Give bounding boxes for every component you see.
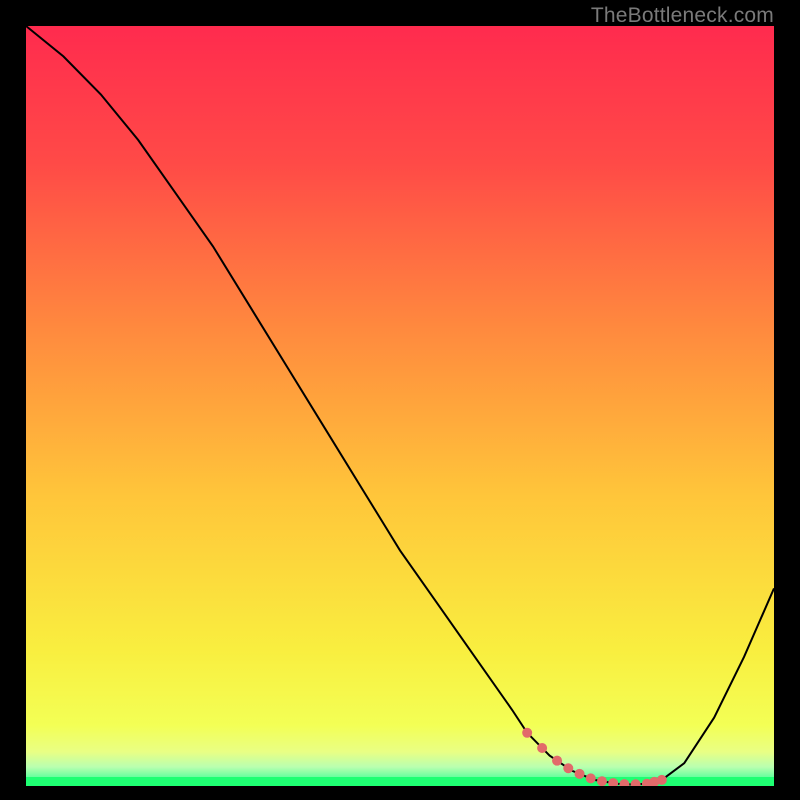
optimal-marker [597, 776, 607, 786]
optimal-marker [537, 743, 547, 753]
optimal-marker [657, 775, 667, 785]
optimal-marker [522, 728, 532, 738]
optimal-marker [575, 769, 585, 779]
attribution-label: TheBottleneck.com [591, 4, 774, 28]
optimal-marker [586, 773, 596, 783]
chart-container: TheBottleneck.com [0, 0, 800, 800]
optimal-marker [552, 756, 562, 766]
bottleneck-chart [26, 26, 774, 786]
optimal-marker [563, 763, 573, 773]
